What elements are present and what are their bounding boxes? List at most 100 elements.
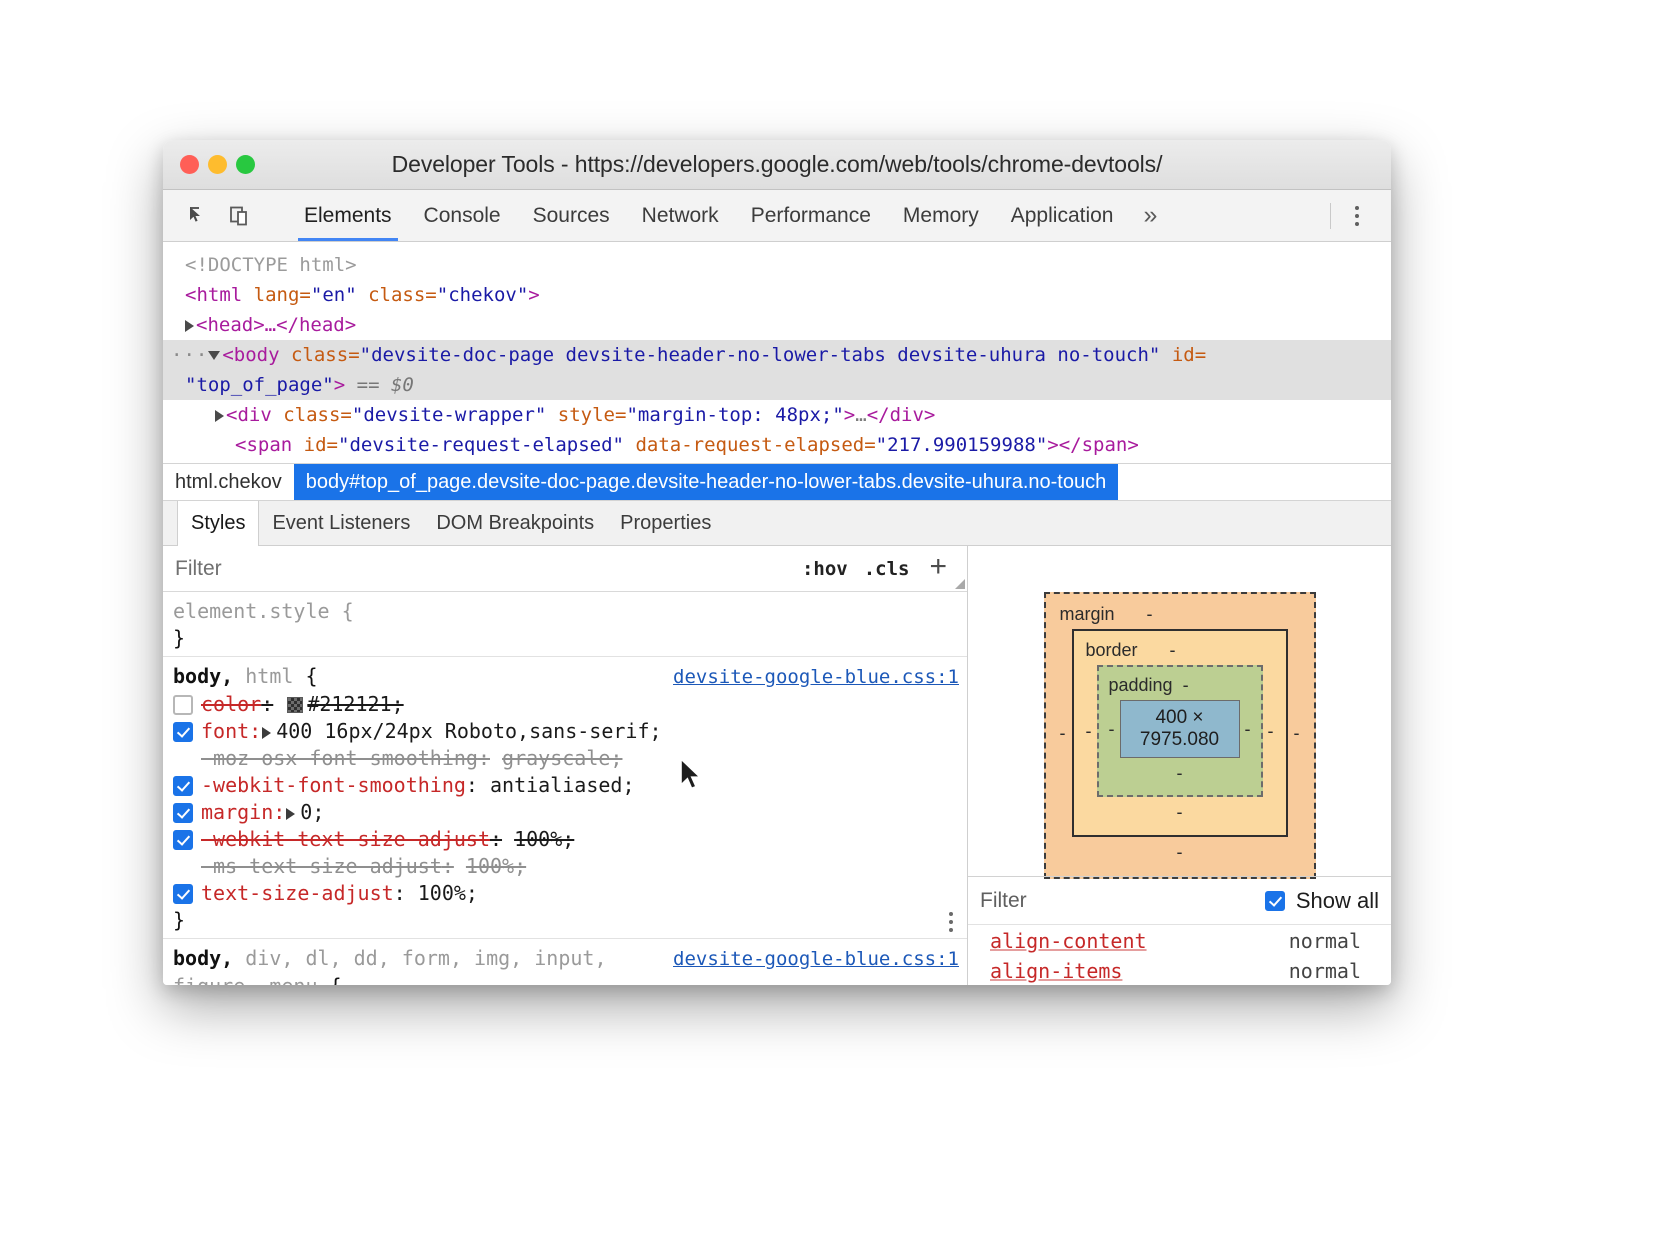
- dom-line-doctype[interactable]: <!DOCTYPE html>: [163, 250, 1391, 280]
- box-model-content-size[interactable]: 400 × 7975.080: [1120, 700, 1240, 758]
- rule-origin-link[interactable]: devsite-google-blue.css:1: [673, 946, 959, 973]
- rule-selector-main[interactable]: body,: [173, 945, 233, 972]
- declaration-value[interactable]: 0;: [300, 800, 324, 824]
- declaration-name[interactable]: margin: [201, 800, 273, 824]
- dom-line-html[interactable]: <html lang="en" class="chekov">: [163, 280, 1391, 310]
- breadcrumb-item-body[interactable]: body#top_of_page.devsite-doc-page.devsit…: [294, 464, 1119, 500]
- computed-properties-list[interactable]: align-content normal align-items normal: [968, 925, 1391, 985]
- dom-line-body[interactable]: ···<body class="devsite-doc-page devsite…: [163, 340, 1391, 370]
- tab-network[interactable]: Network: [626, 190, 735, 241]
- box-model-border-left[interactable]: -: [1086, 721, 1092, 742]
- box-model-margin[interactable]: margin - - border - -: [1044, 592, 1316, 879]
- declaration-checkbox[interactable]: [173, 803, 193, 823]
- css-rule-body-html[interactable]: body, html { devsite-google-blue.css:1 c…: [163, 657, 967, 939]
- box-model-padding-left[interactable]: -: [1109, 719, 1115, 740]
- dom-line-head[interactable]: <head>…</head>: [163, 310, 1391, 340]
- styles-filter-input[interactable]: Filter: [175, 557, 222, 581]
- box-model-padding-right[interactable]: -: [1245, 719, 1251, 740]
- declaration-checkbox[interactable]: [173, 776, 193, 796]
- device-toolbar-icon[interactable]: [221, 197, 259, 235]
- declaration-name[interactable]: -webkit-font-smoothing: [201, 773, 466, 797]
- box-model-padding[interactable]: padding - - 400 × 7975.080 -: [1097, 665, 1263, 797]
- computed-property-name[interactable]: align-content: [990, 929, 1147, 953]
- declaration-name[interactable]: text-size-adjust: [201, 881, 394, 905]
- expand-div-icon[interactable]: [215, 410, 224, 422]
- show-all-group[interactable]: Show all: [1265, 888, 1379, 914]
- dom-overflow-ellipsis[interactable]: ···: [163, 344, 208, 366]
- color-swatch-icon[interactable]: [287, 697, 303, 713]
- more-tabs-icon[interactable]: »: [1129, 190, 1171, 241]
- css-rule-body-div-dl[interactable]: body, div, dl, dd, form, img, input, dev…: [163, 939, 967, 985]
- box-model-border[interactable]: border - - padding -: [1072, 629, 1288, 837]
- tab-memory[interactable]: Memory: [887, 190, 995, 241]
- box-model-margin-right[interactable]: -: [1294, 723, 1300, 744]
- rule-origin-link[interactable]: devsite-google-blue.css:1: [673, 664, 959, 691]
- css-rules-list[interactable]: element.style { } body, html: [163, 592, 967, 985]
- rule-selector-dim[interactable]: html: [245, 663, 293, 690]
- hov-toggle-button[interactable]: :hov: [802, 558, 848, 580]
- minimize-window-button[interactable]: [208, 155, 227, 174]
- declaration-ms-text-size-adjust[interactable]: -ms-text-size-adjust: 100%;: [163, 853, 967, 880]
- computed-filter-input[interactable]: Filter: [980, 889, 1027, 913]
- tab-elements[interactable]: Elements: [288, 190, 408, 241]
- kebab-menu-icon[interactable]: [1337, 196, 1377, 236]
- declaration-value[interactable]: grayscale;: [502, 746, 622, 770]
- computed-property-name[interactable]: align-items: [990, 959, 1122, 983]
- collapse-body-icon[interactable]: [208, 351, 220, 360]
- rule-selector-main[interactable]: body,: [173, 663, 233, 690]
- dom-line-body-cont[interactable]: "top_of_page"> == $0: [163, 370, 1391, 400]
- new-style-rule-button[interactable]: +: [925, 552, 953, 586]
- box-model-margin-bottom[interactable]: -: [1060, 837, 1300, 863]
- tab-performance[interactable]: Performance: [735, 190, 887, 241]
- tab-dom-breakpoints[interactable]: DOM Breakpoints: [423, 501, 607, 545]
- rule-selector[interactable]: element.style: [173, 598, 330, 625]
- declaration-value[interactable]: 100%;: [466, 854, 526, 878]
- box-model-margin-left[interactable]: -: [1060, 723, 1066, 744]
- declaration-value[interactable]: #212121;: [307, 692, 403, 716]
- declaration-moz-osx-font-smoothing[interactable]: -moz-osx-font-smoothing: grayscale;: [163, 745, 967, 772]
- tab-event-listeners[interactable]: Event Listeners: [259, 501, 423, 545]
- rule-selector-dim[interactable]: div, dl, dd, form, img, input,: [245, 945, 606, 972]
- dom-line-div-wrapper[interactable]: <div class="devsite-wrapper" style="marg…: [163, 400, 1391, 430]
- box-model-margin-top[interactable]: -: [1147, 604, 1153, 625]
- box-model-padding-top[interactable]: -: [1183, 675, 1189, 696]
- expand-shorthand-icon[interactable]: [262, 727, 271, 739]
- box-model-border-right[interactable]: -: [1268, 721, 1274, 742]
- declaration-value[interactable]: antialiased;: [490, 773, 635, 797]
- box-model-border-bottom[interactable]: -: [1086, 797, 1274, 823]
- show-all-checkbox[interactable]: [1265, 891, 1285, 911]
- computed-row-align-items[interactable]: align-items normal: [968, 955, 1391, 985]
- box-model-padding-bottom[interactable]: -: [1109, 758, 1251, 784]
- div-children-ellipsis[interactable]: …: [855, 404, 866, 426]
- declaration-webkit-text-size-adjust[interactable]: -webkit-text-size-adjust: 100%;: [163, 826, 967, 853]
- css-rule-element-style[interactable]: element.style { }: [163, 592, 967, 657]
- box-model-border-top[interactable]: -: [1170, 640, 1176, 661]
- declaration-checkbox[interactable]: [173, 884, 193, 904]
- declaration-checkbox[interactable]: [173, 830, 193, 850]
- dom-line-span-elapsed[interactable]: <span id="devsite-request-elapsed" data-…: [163, 430, 1391, 460]
- declaration-margin[interactable]: margin:0;: [163, 799, 967, 826]
- tab-sources[interactable]: Sources: [517, 190, 626, 241]
- tab-application[interactable]: Application: [995, 190, 1130, 241]
- breadcrumb-item-html[interactable]: html.chekov: [163, 464, 294, 500]
- declaration-value[interactable]: 100%;: [418, 881, 478, 905]
- window-traffic-lights[interactable]: [180, 155, 255, 174]
- cls-toggle-button[interactable]: .cls: [864, 558, 910, 580]
- maximize-window-button[interactable]: [236, 155, 255, 174]
- declaration-value[interactable]: 100%;: [514, 827, 574, 851]
- resize-corner-icon[interactable]: [955, 579, 965, 589]
- box-model-diagram[interactable]: margin - - border - -: [968, 546, 1391, 876]
- declaration-checkbox[interactable]: [173, 695, 193, 715]
- inspect-element-icon[interactable]: [179, 197, 217, 235]
- dom-tree[interactable]: <!DOCTYPE html> <html lang="en" class="c…: [163, 242, 1391, 463]
- declaration-name[interactable]: -webkit-text-size-adjust: [201, 827, 490, 851]
- declaration-webkit-font-smoothing[interactable]: -webkit-font-smoothing: antialiased;: [163, 772, 967, 799]
- declaration-font[interactable]: font:400 16px/24px Roboto,sans-serif;: [163, 718, 967, 745]
- tab-styles[interactable]: Styles: [177, 501, 259, 546]
- declaration-text-size-adjust[interactable]: text-size-adjust: 100%;: [163, 880, 967, 907]
- tab-console[interactable]: Console: [408, 190, 517, 241]
- declaration-color[interactable]: color: #212121;: [163, 691, 967, 718]
- rule-selector-line2[interactable]: figure, menu: [173, 973, 318, 985]
- rule-kebab-menu-icon[interactable]: [949, 912, 953, 932]
- expand-shorthand-icon[interactable]: [286, 808, 295, 820]
